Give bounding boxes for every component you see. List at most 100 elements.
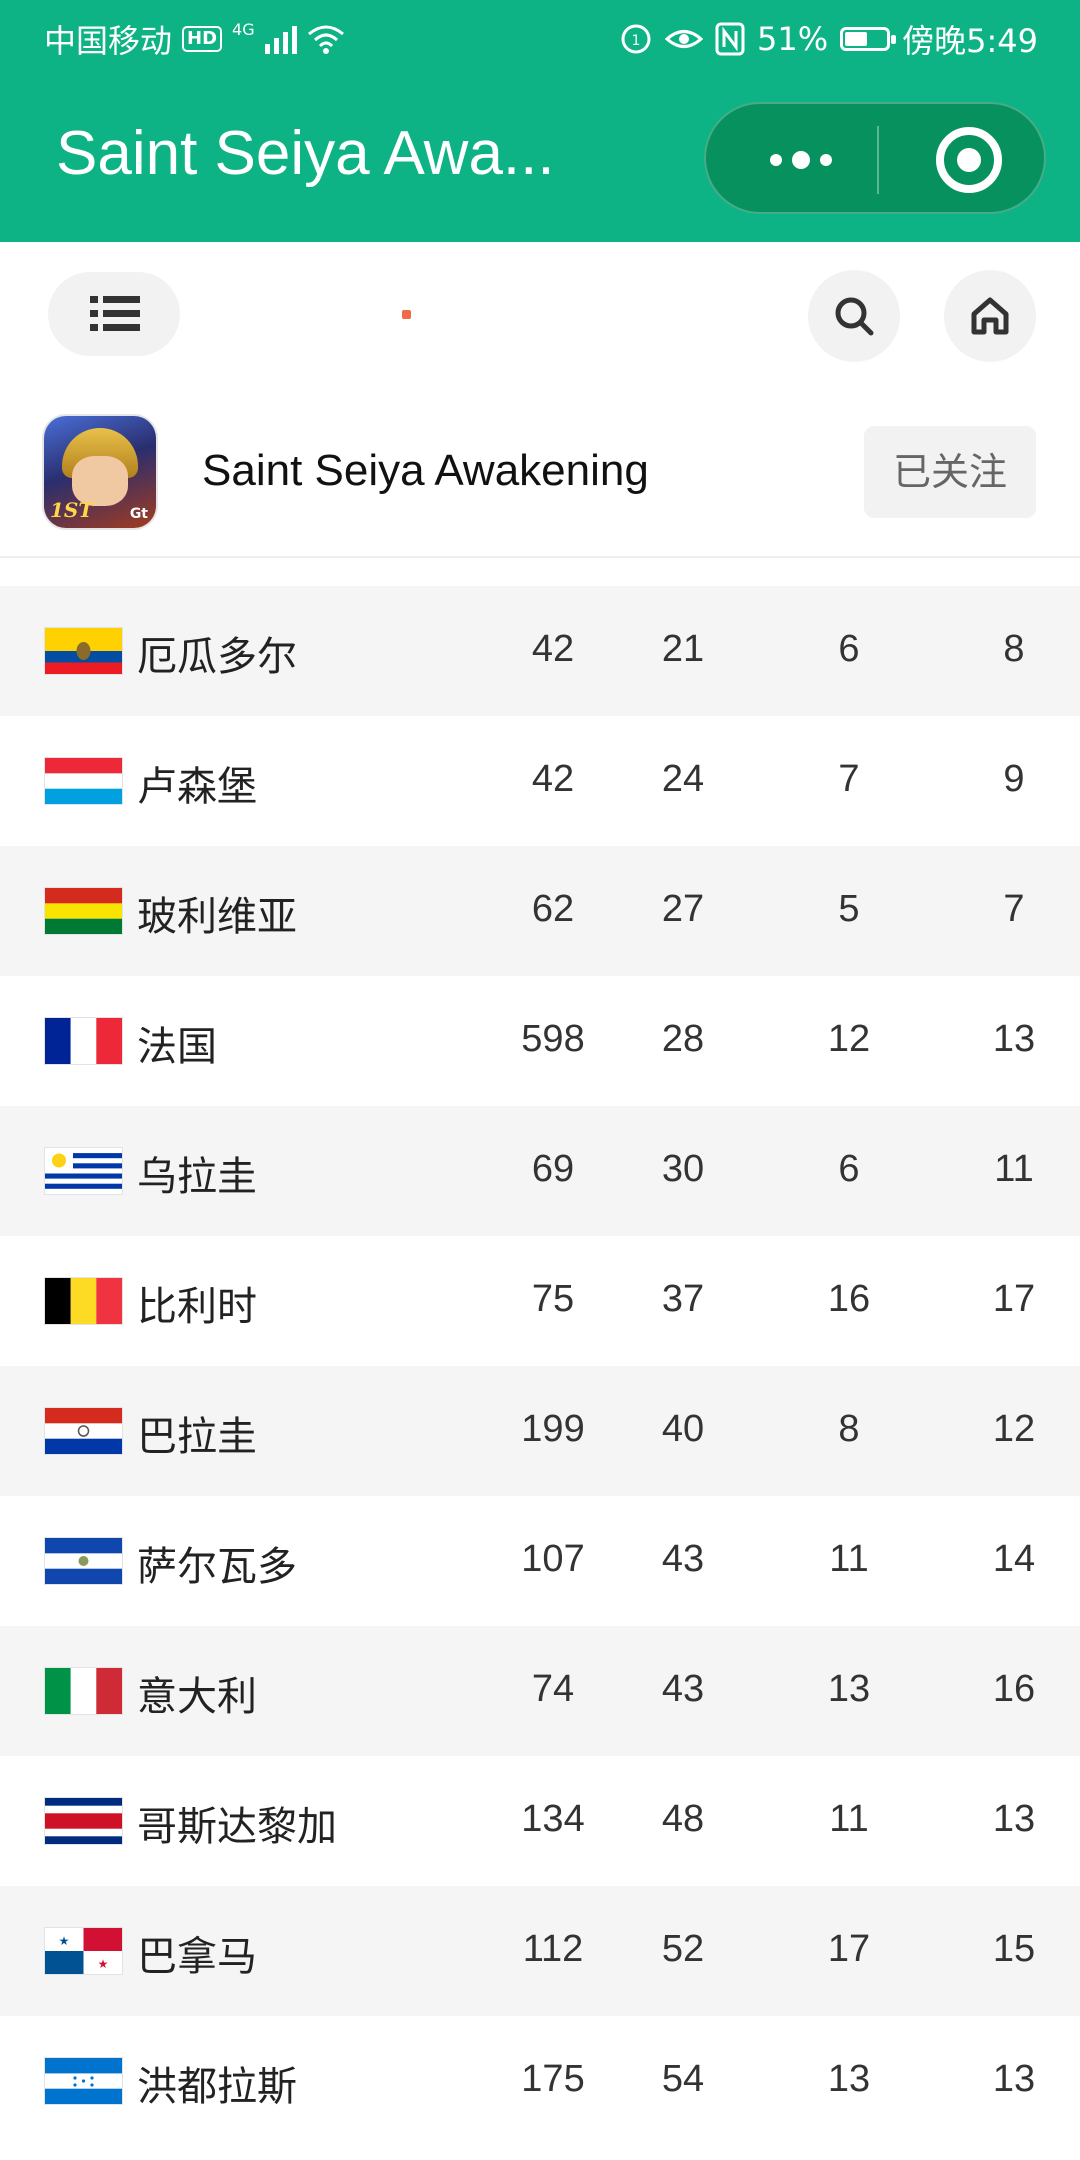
country-name: 玻利维亚 — [137, 894, 297, 940]
country-name: 哥斯达黎加 — [137, 1804, 337, 1850]
svg-text:★: ★ — [59, 1934, 70, 1948]
search-button[interactable] — [808, 270, 900, 362]
flag-ecuador-icon — [45, 628, 122, 674]
cell-value-4: 17 — [992, 1278, 1036, 1320]
game-icon-brand: Gt — [129, 506, 148, 522]
follow-button[interactable]: 已关注 — [864, 426, 1036, 518]
toolbar — [0, 242, 1080, 388]
cell-value-3: 6 — [838, 628, 860, 670]
cell-value-2: 54 — [661, 2058, 705, 2100]
cell-value-2: 40 — [661, 1408, 705, 1450]
cell-value-3: 11 — [829, 1538, 869, 1580]
carrier-label: 中国移动 — [44, 22, 173, 60]
cell-value-4: 14 — [992, 1538, 1036, 1580]
cell-value-4: 15 — [992, 1928, 1036, 1970]
cell-value-3: 11 — [829, 1798, 869, 1840]
cell-value-3: 16 — [827, 1278, 871, 1320]
cell-value-1: 74 — [531, 1668, 575, 1710]
table-row[interactable]: 玻利维亚 62 27 5 7 — [0, 846, 1080, 976]
table-row[interactable]: 卢森堡 42 24 7 9 — [0, 716, 1080, 846]
title-bar: 中国移动 HD 4G 1 51% 傍晚5:49 Saint Seiya Awa.… — [0, 0, 1080, 242]
cell-value-2: 28 — [661, 1018, 705, 1060]
country-table: 厄瓜多尔 42 21 6 8 卢森堡 42 24 7 9 玻利维亚 62 27 5 7 法国 598 28 12 13… — [0, 586, 1080, 2146]
country-name: 卢森堡 — [137, 764, 257, 810]
nfc-icon — [715, 22, 745, 56]
country-name: 萨尔瓦多 — [137, 1544, 297, 1590]
cell-value-1: 69 — [531, 1148, 575, 1190]
target-icon[interactable] — [936, 127, 1002, 193]
game-icon[interactable]: 1ST Gt — [44, 416, 156, 528]
flag-panama-icon: ★ ★ — [45, 1928, 122, 1974]
cell-value-3: 6 — [838, 1148, 860, 1190]
table-row[interactable]: 法国 598 28 12 13 — [0, 976, 1080, 1106]
flag-italy-icon — [45, 1668, 122, 1714]
list-icon — [90, 296, 140, 331]
table-row[interactable]: 巴拉圭 199 40 8 12 — [0, 1366, 1080, 1496]
cell-value-1: 112 — [522, 1928, 584, 1970]
cell-value-4: 11 — [994, 1148, 1034, 1190]
eye-icon — [665, 30, 703, 48]
data-saver-icon: 1 — [621, 24, 651, 54]
flag-uruguay-icon — [45, 1148, 122, 1194]
signal-icon — [264, 24, 297, 54]
wifi-icon — [307, 25, 344, 54]
cell-value-1: 598 — [521, 1018, 585, 1060]
country-name: 法国 — [137, 1024, 217, 1070]
game-header: 1ST Gt Saint Seiya Awakening 已关注 — [0, 388, 1080, 558]
cell-value-4: 13 — [992, 1798, 1036, 1840]
home-button[interactable] — [944, 270, 1036, 362]
flag-paraguay-icon — [45, 1408, 122, 1454]
country-name: 洪都拉斯 — [137, 2064, 297, 2110]
cell-value-3: 13 — [827, 1668, 871, 1710]
cell-value-3: 7 — [838, 758, 860, 800]
table-row[interactable]: 萨尔瓦多 107 43 11 14 — [0, 1496, 1080, 1626]
cell-value-3: 17 — [827, 1928, 871, 1970]
table-row[interactable]: 比利时 75 37 16 17 — [0, 1236, 1080, 1366]
cell-value-1: 107 — [521, 1538, 585, 1580]
cell-value-3: 13 — [827, 2058, 871, 2100]
flag-luxembourg-icon — [45, 758, 122, 804]
flag-honduras-icon — [45, 2058, 122, 2104]
cell-value-3: 12 — [827, 1018, 871, 1060]
cell-value-2: 27 — [661, 888, 705, 930]
cell-value-4: 16 — [992, 1668, 1036, 1710]
table-row[interactable]: 哥斯达黎加 134 48 11 13 — [0, 1756, 1080, 1886]
home-icon — [971, 297, 1009, 335]
cell-value-1: 42 — [531, 628, 575, 670]
battery-icon — [840, 27, 897, 51]
cell-value-4: 8 — [1003, 628, 1025, 670]
cell-value-2: 43 — [661, 1668, 705, 1710]
cell-value-1: 175 — [521, 2058, 585, 2100]
more-dots-icon[interactable] — [756, 140, 846, 180]
table-row[interactable]: 意大利 74 43 13 16 — [0, 1626, 1080, 1756]
cell-value-2: 24 — [661, 758, 705, 800]
clock: 傍晚5:49 — [902, 22, 1038, 60]
flag-el-salvador-icon — [45, 1538, 122, 1584]
cell-value-1: 134 — [521, 1798, 585, 1840]
cell-value-3: 5 — [838, 888, 860, 930]
cell-value-2: 37 — [661, 1278, 705, 1320]
cell-value-2: 48 — [661, 1798, 705, 1840]
mini-program-capsule — [704, 102, 1046, 214]
table-row[interactable]: 乌拉圭 69 30 6 11 — [0, 1106, 1080, 1236]
flag-belgium-icon — [45, 1278, 122, 1324]
cell-value-2: 30 — [661, 1148, 705, 1190]
table-row[interactable]: ★ ★ 巴拿马 112 52 17 15 — [0, 1886, 1080, 2016]
country-name: 巴拿马 — [137, 1934, 257, 1980]
app-title: Saint Seiya Awa... — [56, 119, 555, 188]
game-name: Saint Seiya Awakening — [202, 446, 649, 495]
flag-costa-rica-icon — [45, 1798, 122, 1844]
country-name: 厄瓜多尔 — [137, 634, 297, 680]
capsule-divider — [877, 126, 879, 194]
cell-value-4: 9 — [1003, 758, 1025, 800]
table-row[interactable]: 洪都拉斯 175 54 13 13 — [0, 2016, 1080, 2146]
network-label: 4G — [232, 19, 255, 39]
flag-bolivia-icon — [45, 888, 122, 934]
cell-value-4: 7 — [1003, 888, 1025, 930]
table-row[interactable]: 厄瓜多尔 42 21 6 8 — [0, 586, 1080, 716]
status-bar: 中国移动 HD 4G 1 51% 傍晚5:49 — [0, 0, 1080, 72]
flag-france-icon — [45, 1018, 122, 1064]
cell-value-1: 75 — [531, 1278, 575, 1320]
hd-badge: HD — [182, 26, 223, 52]
menu-button[interactable] — [48, 272, 180, 356]
